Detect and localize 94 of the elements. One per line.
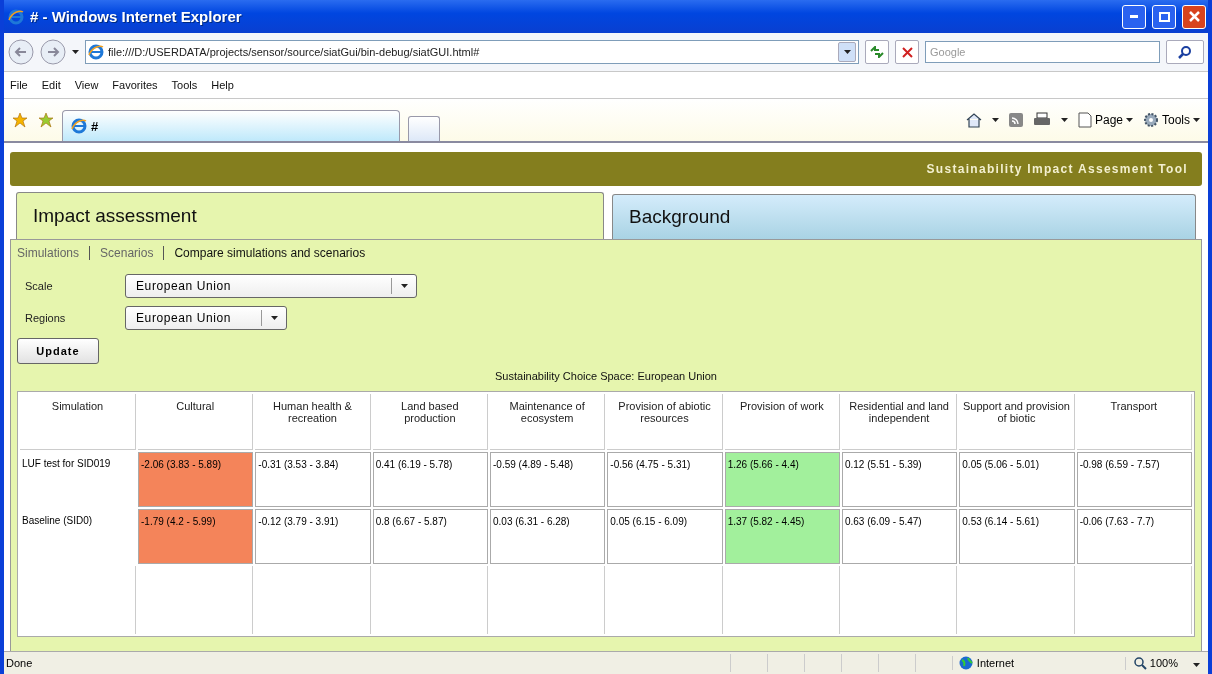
table-cell: -1.79 (4.2 - 5.99) (138, 509, 254, 564)
column-header: Cultural (138, 394, 254, 450)
forward-button[interactable] (40, 39, 66, 65)
caret-icon (1193, 118, 1200, 122)
gear-icon (1143, 112, 1159, 128)
column-header: Land based production (372, 394, 488, 450)
favorites-star-icon[interactable] (12, 112, 28, 128)
caret-icon (270, 316, 278, 320)
refresh-button[interactable] (865, 40, 889, 64)
close-button[interactable] (1182, 4, 1206, 29)
page-menu[interactable]: Page (1077, 112, 1133, 128)
table-cell-text: Baseline (SID0) (21, 514, 94, 528)
column-header: Provision of work (724, 394, 840, 450)
tools-menu[interactable]: Tools (1143, 112, 1200, 128)
feed-icon[interactable] (1008, 113, 1023, 127)
browser-tab[interactable]: # (62, 110, 400, 141)
menu-item[interactable]: Favorites (112, 79, 158, 91)
stop-button[interactable] (895, 40, 919, 64)
search-field[interactable]: Google (925, 41, 1160, 63)
globe-e-icon (71, 118, 87, 134)
menu-item[interactable]: Tools (171, 79, 198, 91)
table-cell: 0.05 (5.06 - 5.01) (959, 452, 1075, 507)
page-icon (1077, 112, 1092, 128)
new-tab-button[interactable] (408, 116, 440, 141)
minimize-button[interactable] (1122, 4, 1146, 29)
table-cell: -0.98 (6.59 - 7.57) (1076, 452, 1192, 507)
nav-link[interactable]: Compare simulations and scenarios (174, 246, 366, 260)
table-title: Sustainability Choice Space: European Union (494, 370, 718, 382)
column-header: Simulation (20, 394, 136, 450)
app-title: Sustainability Impact Assesment Tool (926, 162, 1188, 176)
home-icon[interactable] (965, 112, 982, 128)
table-cell: 1.37 (5.82 - 4.45) (724, 509, 840, 564)
table-cell: -0.59 (4.89 - 5.48) (490, 452, 606, 507)
caret-icon (400, 284, 408, 288)
table-cell: 0.8 (6.67 - 5.87) (372, 509, 488, 564)
table-cell-text: LUF test for SID019 (21, 457, 112, 471)
search-icon (1178, 45, 1192, 59)
dropdown-caret-icon[interactable] (838, 42, 856, 62)
close-icon (1188, 11, 1200, 22)
minimize-icon (1130, 15, 1138, 18)
zoom-control[interactable]: 100% (1124, 656, 1208, 670)
update-button[interactable]: Update (17, 338, 99, 364)
refresh-icon (870, 46, 884, 58)
nav-link[interactable]: Simulations (17, 246, 80, 260)
back-button[interactable] (8, 39, 34, 65)
table-cell: -0.06 (7.63 - 7.7) (1076, 509, 1192, 564)
printer-icon[interactable] (1032, 112, 1051, 128)
menu-item[interactable]: Edit (41, 79, 61, 91)
table-cell: 0.63 (6.09 - 5.47) (841, 509, 958, 564)
table-cell: -0.56 (4.75 - 5.31) (607, 452, 723, 507)
nav-link[interactable]: Scenarios (100, 246, 154, 260)
search-button[interactable] (1166, 40, 1204, 64)
table-cell: -0.31 (3.53 - 3.84) (255, 452, 371, 507)
security-zone: Internet (951, 656, 1125, 670)
maximize-button[interactable] (1152, 4, 1176, 29)
dropdown[interactable]: European Union (125, 274, 417, 298)
column-header: Provision of abiotic resources (607, 394, 723, 450)
table-cell: -0.12 (3.79 - 3.91) (255, 509, 371, 564)
caret-icon (991, 118, 999, 122)
zoom-icon (1133, 656, 1147, 670)
globe-icon (958, 656, 973, 670)
status-text: Done (5, 657, 34, 669)
table-cell: 0.53 (6.14 - 5.61) (959, 509, 1075, 564)
field-label: Scale (24, 280, 54, 292)
column-header: Residential and land independent (841, 394, 958, 450)
column-header: Support and provision of biotic (959, 394, 1075, 450)
column-header: Human health & recreation (255, 394, 371, 450)
tab[interactable]: Background (612, 194, 1196, 239)
field-label: Regions (24, 312, 67, 324)
table-cell: 1.26 (5.66 - 4.4) (724, 452, 840, 507)
menu-item[interactable]: View (74, 79, 99, 91)
menu-item[interactable]: Help (211, 79, 234, 91)
add-favorite-icon[interactable] (38, 112, 54, 128)
caret-icon (843, 50, 851, 54)
table-cell: 0.05 (6.15 - 6.09) (607, 509, 723, 564)
globe-e-icon (8, 8, 24, 25)
column-header: Transport (1076, 394, 1192, 450)
table-cell: -2.06 (3.83 - 5.89) (138, 452, 254, 507)
menu-item[interactable]: File (10, 79, 28, 91)
stop-icon (901, 46, 913, 58)
address-field[interactable]: file:///D:/USERDATA/projects/sensor/source/siatGui/bin-debug/siatGUI.html# (85, 40, 859, 64)
caret-icon (1060, 118, 1068, 122)
table-cell: 0.12 (5.51 - 5.39) (841, 452, 958, 507)
history-caret-icon (72, 50, 79, 54)
globe-e-icon (88, 44, 104, 60)
caret-icon (1193, 663, 1200, 667)
column-header: Maintenance of ecosystem (490, 394, 606, 450)
dropdown[interactable]: European Union (125, 306, 287, 330)
tab[interactable]: Impact assessment (16, 192, 604, 239)
table-cell: 0.41 (6.19 - 5.78) (372, 452, 488, 507)
table-cell: 0.03 (6.31 - 6.28) (490, 509, 606, 564)
window-title: # - Windows Internet Explorer (30, 8, 243, 25)
maximize-icon (1158, 11, 1170, 22)
caret-icon (1126, 118, 1133, 122)
